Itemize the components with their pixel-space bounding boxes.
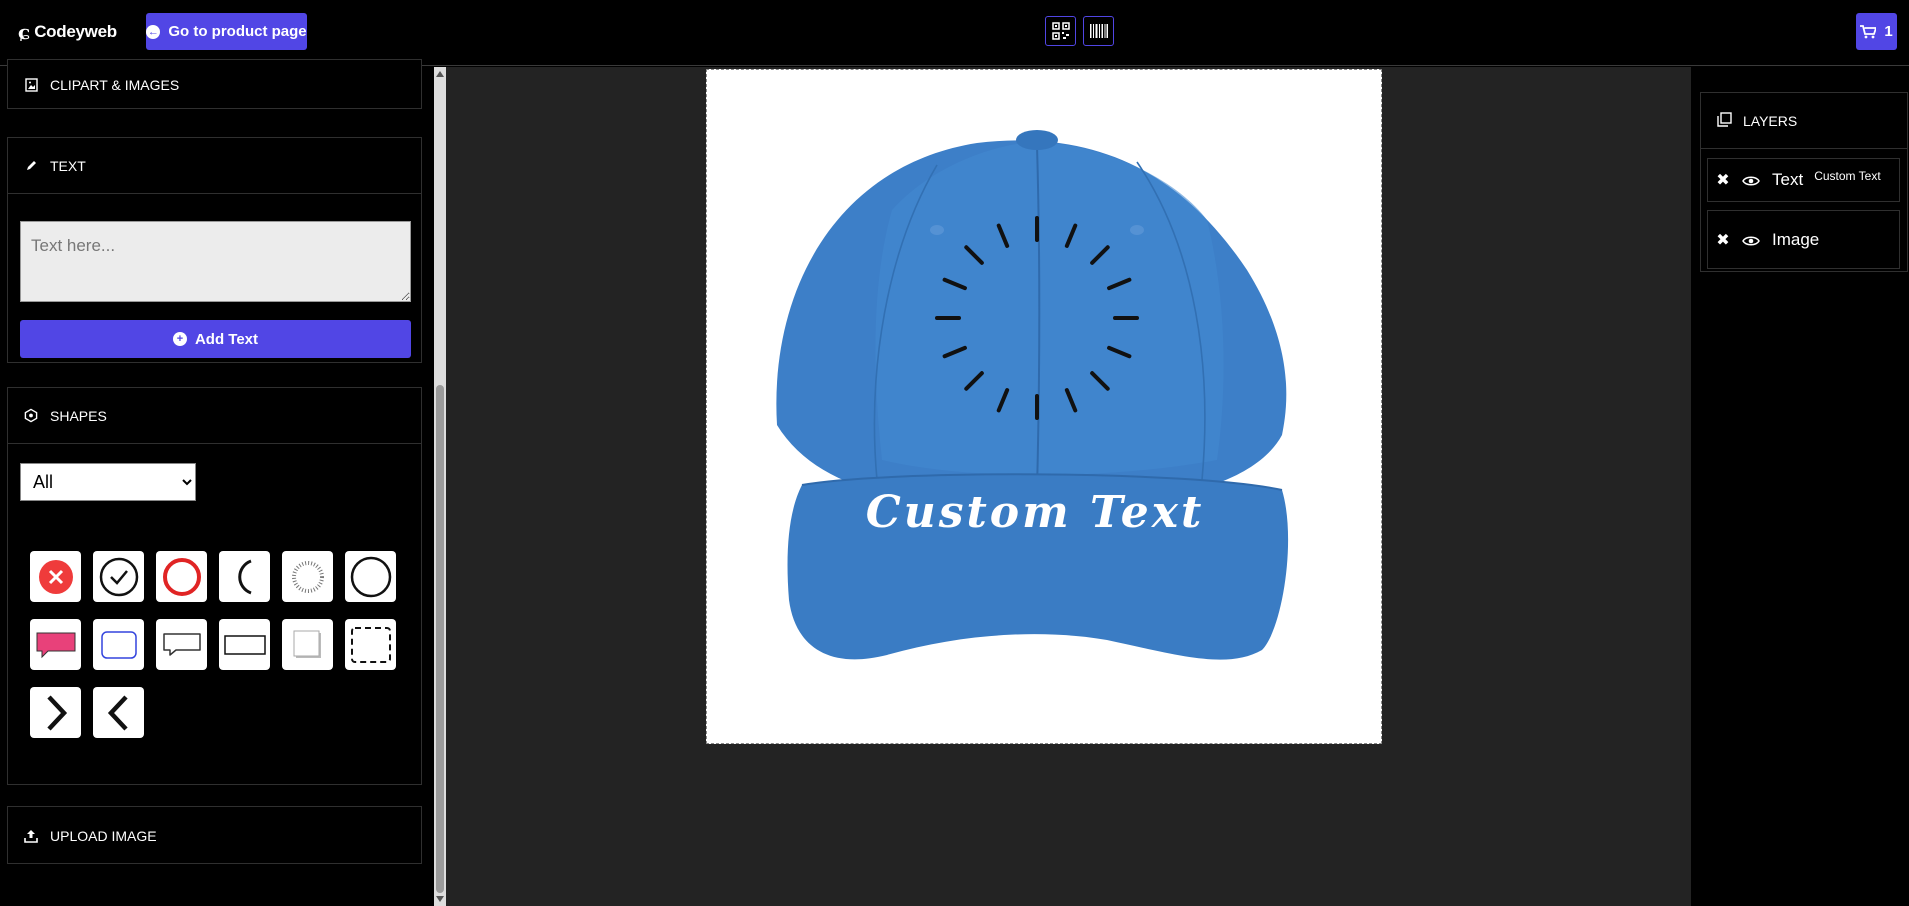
top-bar: ɕ Codeyweb ← Go to product page 1 (0, 0, 1909, 66)
shapes-panel: SHAPES All (7, 387, 422, 785)
layer-item-text[interactable]: ✖ Text Custom Text (1707, 158, 1900, 202)
plus-circle-icon: + (172, 332, 187, 346)
qr-code-icon (1051, 22, 1070, 40)
shape-grid (30, 551, 396, 738)
layers-header: LAYERS (1701, 93, 1907, 149)
cart-count: 1 (1884, 23, 1893, 40)
blue-rounded-rect-shape[interactable] (93, 619, 144, 670)
app: ɕ Codeyweb ← Go to product page 1 CLIPAR… (0, 0, 1909, 906)
dashed-rect-shape[interactable] (345, 619, 396, 670)
go-to-product-label: Go to product page (168, 23, 307, 40)
layer-label: Text (1772, 170, 1804, 189)
red-ring-shape[interactable] (156, 551, 207, 602)
scroll-down-arrow-icon[interactable] (436, 896, 444, 902)
rectangle-outline-shape[interactable] (219, 619, 270, 670)
scroll-up-arrow-icon[interactable] (436, 71, 444, 77)
add-text-label: Add Text (194, 330, 259, 348)
logo-text: Codeyweb (34, 22, 117, 41)
chevron-right-shape[interactable] (30, 687, 81, 738)
shape-filter-select[interactable]: All (20, 463, 196, 501)
upload-panel[interactable]: UPLOAD IMAGE (7, 806, 422, 864)
cart-button[interactable]: 1 (1856, 13, 1897, 50)
cap-product-image[interactable]: Custom Text (707, 70, 1381, 743)
upload-icon (24, 829, 38, 843)
text-header[interactable]: TEXT (8, 138, 421, 194)
layers-panel: LAYERS ✖ Text Custom Text ✖ Image (1700, 92, 1908, 272)
delete-layer-icon[interactable]: ✖ (1716, 230, 1730, 250)
layer-sublabel: Custom Text (1814, 169, 1881, 183)
clipart-panel[interactable]: CLIPART & IMAGES (7, 59, 422, 109)
pink-speech-bubble-shape[interactable] (30, 619, 81, 670)
shadow-square-shape[interactable] (282, 619, 333, 670)
layer-item-image[interactable]: ✖ Image (1707, 210, 1900, 269)
design-canvas[interactable]: Custom Text (706, 69, 1382, 744)
sidebar-scrollbar[interactable] (434, 67, 446, 906)
check-circle-shape[interactable] (93, 551, 144, 602)
image-icon (24, 78, 38, 92)
eye-icon[interactable] (1742, 174, 1760, 186)
text-title: TEXT (50, 157, 86, 174)
circle-outline-shape[interactable] (345, 551, 396, 602)
left-sidebar: CLIPART & IMAGES TEXT + Add Text SHAPES (0, 59, 434, 906)
upload-title: UPLOAD IMAGE (50, 828, 157, 844)
pencil-icon (24, 159, 38, 173)
right-sidebar: LAYERS ✖ Text Custom Text ✖ Image (1691, 67, 1909, 906)
qr-code-button[interactable] (1045, 16, 1076, 46)
layers-icon (1717, 111, 1732, 130)
arc-shape[interactable] (219, 551, 270, 602)
cart-icon (1860, 24, 1877, 38)
arrow-left-circle-icon: ← (146, 24, 161, 39)
barcode-button[interactable] (1083, 16, 1114, 46)
layers-title: LAYERS (1743, 112, 1798, 129)
go-to-product-button[interactable]: ← Go to product page (146, 13, 307, 50)
text-input[interactable] (20, 221, 411, 302)
shapes-header[interactable]: SHAPES (8, 388, 421, 444)
layer-label: Image (1772, 229, 1820, 249)
eye-icon[interactable] (1742, 234, 1760, 246)
shapes-title: SHAPES (50, 407, 107, 424)
chevron-left-shape[interactable] (93, 687, 144, 738)
custom-text-layer[interactable]: Custom Text (866, 487, 1205, 538)
upload-header[interactable]: UPLOAD IMAGE (8, 807, 421, 865)
clipart-header[interactable]: CLIPART & IMAGES (8, 60, 421, 110)
dotted-circle-shape[interactable] (282, 551, 333, 602)
clipart-title: CLIPART & IMAGES (50, 77, 180, 93)
shapes-icon (24, 408, 38, 423)
workspace: Custom Text (446, 67, 1691, 906)
speech-bubble-outline-shape[interactable] (156, 619, 207, 670)
scroll-thumb[interactable] (436, 385, 444, 893)
logo[interactable]: ɕ Codeyweb (18, 20, 117, 44)
close-circle-shape[interactable] (30, 551, 81, 602)
text-panel: TEXT + Add Text (7, 137, 422, 363)
add-text-button[interactable]: + Add Text (20, 320, 411, 358)
logo-icon: ɕ (18, 20, 31, 44)
barcode-icon (1089, 24, 1108, 38)
delete-layer-icon[interactable]: ✖ (1716, 170, 1730, 190)
